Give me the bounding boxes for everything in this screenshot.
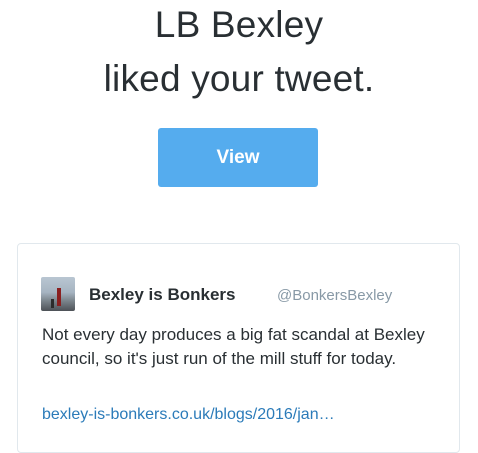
profile-photo-icon bbox=[57, 288, 61, 306]
tweet-author-handle[interactable]: @BonkersBexley bbox=[277, 287, 392, 304]
notification-actor: LB Bexley bbox=[154, 4, 324, 45]
avatar[interactable] bbox=[41, 277, 75, 311]
tweet-author-name[interactable]: Bexley is Bonkers bbox=[89, 285, 235, 305]
tweet-text: Not every day produces a big fat scandal… bbox=[42, 325, 425, 368]
tweet-card[interactable]: Bexley is Bonkers @BonkersBexley Not eve… bbox=[17, 243, 460, 453]
profile-photo-detail bbox=[51, 299, 54, 308]
notification-action: liked your tweet. bbox=[103, 58, 375, 99]
view-button[interactable]: View bbox=[158, 128, 318, 187]
tweet-link[interactable]: bexley-is-bonkers.co.uk/blogs/2016/jan… bbox=[42, 404, 452, 426]
